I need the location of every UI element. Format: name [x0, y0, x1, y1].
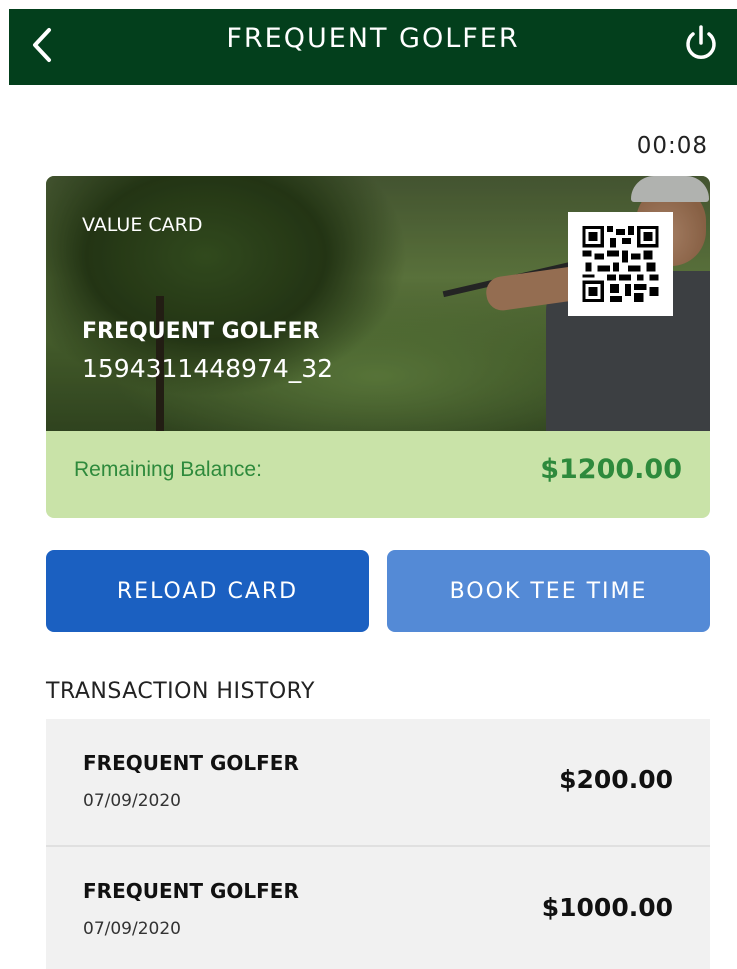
- book-tee-time-label: BOOK TEE TIME: [449, 578, 648, 604]
- transaction-name: FREQUENT GOLFER: [83, 879, 299, 903]
- transaction-amount: $1000.00: [541, 893, 673, 922]
- card-name: FREQUENT GOLFER: [82, 319, 320, 344]
- value-card: VALUE CARD FREQUENT GOLFER 1594311448974…: [46, 176, 710, 518]
- card-number: 1594311448974_32: [82, 354, 334, 383]
- power-icon: [686, 25, 716, 59]
- page-title: FREQUENT GOLFER: [226, 23, 520, 54]
- transaction-amount: $200.00: [559, 765, 673, 794]
- qr-code[interactable]: [568, 212, 673, 316]
- card-type-label: VALUE CARD: [82, 214, 203, 236]
- transaction-date: 07/09/2020: [83, 791, 181, 811]
- transaction-history-title: TRANSACTION HISTORY: [46, 679, 315, 704]
- transaction-date: 07/09/2020: [83, 919, 181, 939]
- reload-card-label: RELOAD CARD: [116, 578, 299, 604]
- qr-code-icon: [582, 226, 659, 302]
- transaction-list: FREQUENT GOLFER 07/09/2020 $200.00 FREQU…: [46, 719, 710, 969]
- reload-card-button[interactable]: RELOAD CARD: [46, 550, 369, 632]
- card-photo: VALUE CARD FREQUENT GOLFER 1594311448974…: [46, 176, 710, 431]
- transaction-row[interactable]: FREQUENT GOLFER 07/09/2020 $1000.00: [46, 847, 710, 969]
- transaction-name: FREQUENT GOLFER: [83, 751, 299, 775]
- top-bar: FREQUENT GOLFER: [9, 9, 737, 85]
- app-screen: FREQUENT GOLFER 00:08 VALUE CARD FREQUEN…: [9, 9, 737, 969]
- transaction-row[interactable]: FREQUENT GOLFER 07/09/2020 $200.00: [46, 719, 710, 847]
- book-tee-time-button[interactable]: BOOK TEE TIME: [387, 550, 710, 632]
- logout-button[interactable]: [681, 23, 721, 63]
- balance-value: $1200.00: [540, 454, 682, 485]
- session-timer: 00:08: [636, 133, 708, 159]
- balance-label: Remaining Balance:: [74, 458, 262, 481]
